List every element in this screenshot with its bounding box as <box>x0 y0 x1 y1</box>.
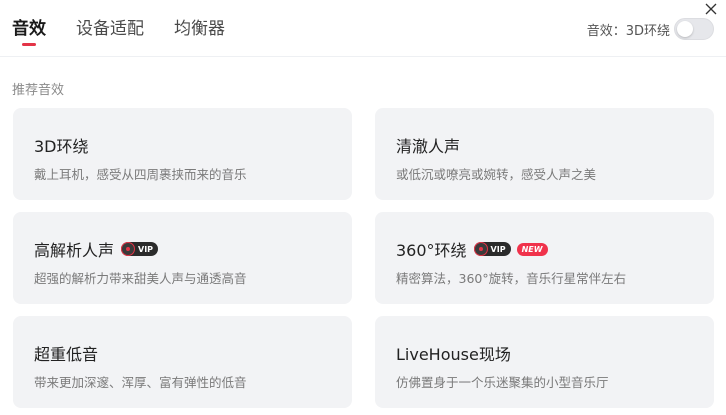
vinyl-disc-icon <box>473 242 488 256</box>
close-button[interactable] <box>704 2 718 16</box>
card-title-row: 3D环绕 <box>34 134 331 156</box>
effect-card-hires-vocal[interactable]: 高解析人声 VIP 超强的解析力带来甜美人声与通透高音 <box>13 212 352 304</box>
vip-badge: VIP <box>473 242 511 256</box>
card-title-row: LiveHouse现场 <box>396 342 693 364</box>
card-desc: 戴上耳机，感受从四周裹挟而来的音乐 <box>34 167 247 182</box>
tab-bar: 音效 设备适配 均衡器 <box>12 16 225 46</box>
card-title: LiveHouse现场 <box>396 345 511 364</box>
card-desc: 带来更加深邃、浑厚、富有弹性的低音 <box>34 375 247 390</box>
card-desc: 精密算法，360°旋转，音乐行星常伴左右 <box>396 271 627 286</box>
active-tab-indicator <box>22 43 36 46</box>
effect-toggle-label: 音效：3D环绕 <box>586 23 670 39</box>
card-title: 清澈人声 <box>396 137 461 156</box>
card-title: 360°环绕 <box>396 241 467 260</box>
tab-device-adapt[interactable]: 设备适配 <box>76 16 144 46</box>
effect-card-clear-vocal[interactable]: 清澈人声 或低沉或嘹亮或婉转，感受人声之美 <box>375 108 714 200</box>
tab-sound-effect[interactable]: 音效 <box>12 16 46 46</box>
header-divider <box>0 56 726 57</box>
card-desc: 仿佛置身于一个乐迷聚集的小型音乐厅 <box>396 375 609 390</box>
effect-card-livehouse[interactable]: LiveHouse现场 仿佛置身于一个乐迷聚集的小型音乐厅 <box>375 316 714 408</box>
vip-badge-label: VIP <box>138 244 154 254</box>
card-title: 高解析人声 <box>34 241 115 260</box>
vip-badge: VIP <box>121 242 159 256</box>
card-title-row: 超重低音 <box>34 342 331 364</box>
new-badge: NEW <box>516 242 548 256</box>
switch-knob <box>677 21 693 37</box>
vinyl-disc-icon <box>121 242 136 256</box>
section-title: 推荐音效 <box>12 83 65 98</box>
tab-label: 设备适配 <box>76 19 144 39</box>
card-title: 3D环绕 <box>34 137 89 156</box>
close-icon <box>705 3 717 15</box>
card-title-row: 360°环绕 VIP NEW <box>396 238 693 260</box>
effect-grid: 3D环绕 戴上耳机，感受从四周裹挟而来的音乐 清澈人声 或低沉或嘹亮或婉转，感受… <box>13 108 714 408</box>
tab-label: 音效 <box>12 19 46 39</box>
effect-card-super-bass[interactable]: 超重低音 带来更加深邃、浑厚、富有弹性的低音 <box>13 316 352 408</box>
effect-card-3d[interactable]: 3D环绕 戴上耳机，感受从四周裹挟而来的音乐 <box>13 108 352 200</box>
card-desc: 或低沉或嘹亮或婉转，感受人声之美 <box>396 167 597 182</box>
effect-card-360[interactable]: 360°环绕 VIP NEW 精密算法，360°旋转，音乐行星常伴左右 <box>375 212 714 304</box>
card-title: 超重低音 <box>34 345 99 364</box>
tab-equalizer[interactable]: 均衡器 <box>174 16 225 46</box>
effect-toggle-switch[interactable] <box>674 18 714 40</box>
card-title-row: 高解析人声 VIP <box>34 238 331 260</box>
card-desc: 超强的解析力带来甜美人声与通透高音 <box>34 271 247 286</box>
card-title-row: 清澈人声 <box>396 134 693 156</box>
tab-label: 均衡器 <box>174 19 225 39</box>
vip-badge-label: VIP <box>490 244 506 254</box>
effect-toggle-group: 音效：3D环绕 <box>587 16 714 42</box>
